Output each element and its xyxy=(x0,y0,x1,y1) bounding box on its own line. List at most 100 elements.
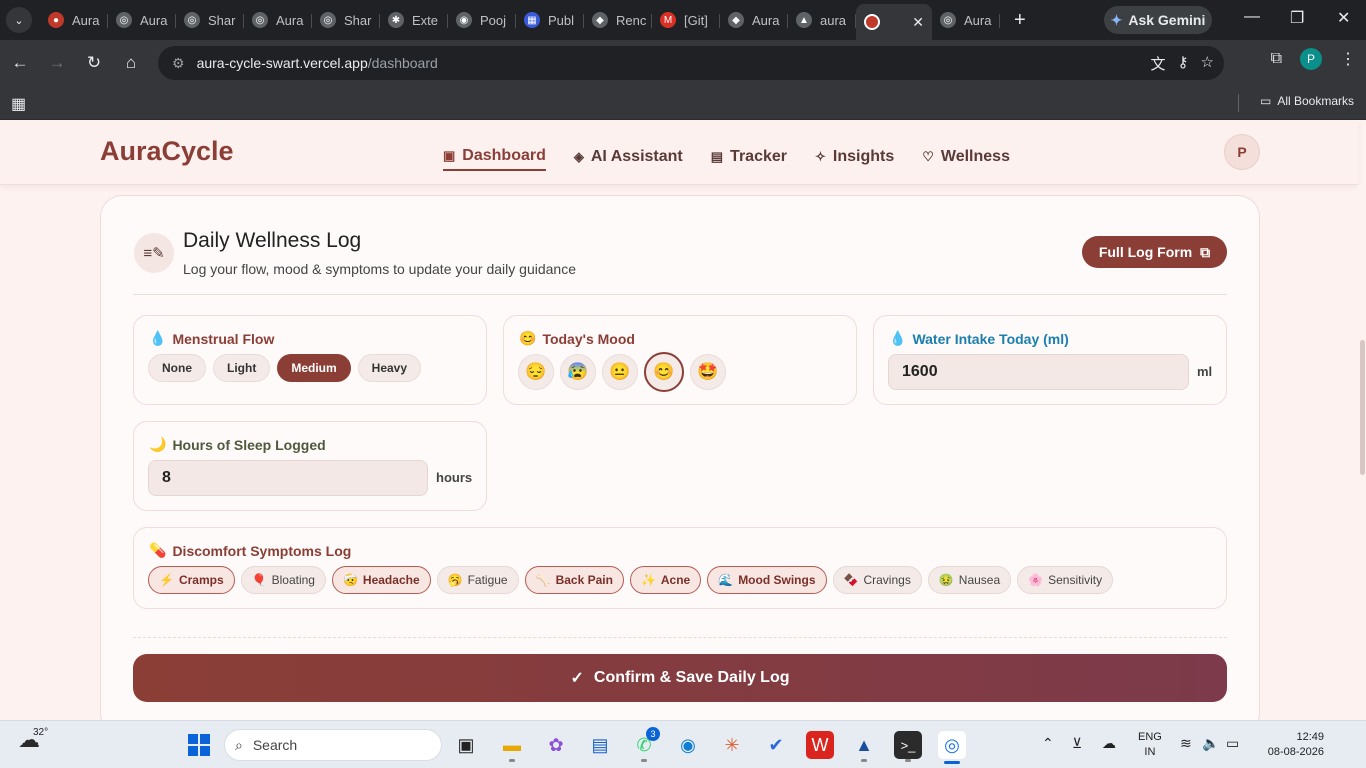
symptom-headache[interactable]: 🤕 Headache xyxy=(331,566,431,594)
symptom-nausea[interactable]: 🤢 Nausea xyxy=(927,566,1012,594)
copilot-icon[interactable]: ✿ xyxy=(542,731,570,759)
close-window-icon[interactable]: ✕ xyxy=(1337,8,1350,28)
task-view-icon[interactable]: ▣ xyxy=(452,731,480,759)
ask-gemini-button[interactable]: ✦ Ask Gemini xyxy=(1104,6,1212,34)
nav-insights[interactable]: ✧ Insights xyxy=(815,143,894,171)
chrome-icon[interactable]: ◎ xyxy=(938,731,966,759)
app-logo[interactable]: AuraCycle xyxy=(100,136,234,167)
minimize-icon[interactable]: — xyxy=(1244,8,1260,26)
tab-4[interactable]: ◎ Shar xyxy=(312,4,380,36)
tab-label: Shar xyxy=(344,12,372,28)
symptom-cravings[interactable]: 🍫 Cravings xyxy=(832,566,922,594)
tab-3[interactable]: ◎ Aura xyxy=(244,4,312,36)
close-tab-icon[interactable]: ✕ xyxy=(912,14,924,31)
page-viewport: AuraCycle ▣ Dashboard ◈ AI Assistant ▤ Tracke… xyxy=(0,121,1366,720)
browser-profile-avatar[interactable]: P xyxy=(1300,48,1322,70)
back-icon[interactable]: ← xyxy=(3,46,37,80)
mood-label-text: Today's Mood xyxy=(542,330,635,347)
mood-option-2[interactable]: 😐 xyxy=(602,354,638,390)
search-icon: ⌕ xyxy=(235,736,243,753)
wifi-icon[interactable]: ≋ xyxy=(1180,735,1192,752)
flow-option-none[interactable]: None xyxy=(148,354,206,382)
tab-after-active[interactable]: ◎ Aura xyxy=(932,4,1000,36)
scrollbar-thumb[interactable] xyxy=(1360,340,1365,475)
bookmark-star-icon[interactable]: ☆ xyxy=(1201,53,1214,74)
edge-icon[interactable]: ◉ xyxy=(674,731,702,759)
store-icon[interactable]: ▤ xyxy=(586,731,614,759)
tab-label: Exte xyxy=(412,12,439,28)
page-scrollbar[interactable] xyxy=(1358,185,1366,720)
clock[interactable]: 12:49 08-08-2026 xyxy=(1258,730,1324,760)
tab-label: Renc xyxy=(616,12,647,28)
wps-office-icon[interactable]: W xyxy=(806,731,834,759)
nav-dashboard[interactable]: ▣ Dashboard xyxy=(443,143,546,171)
tab-label: Aura xyxy=(140,12,168,28)
translate-icon[interactable]: 文 xyxy=(1151,53,1166,74)
user-avatar[interactable]: P xyxy=(1224,134,1260,170)
confirm-save-button[interactable]: ✓ Confirm & Save Daily Log xyxy=(133,654,1227,702)
home-icon[interactable]: ⌂ xyxy=(114,46,148,80)
taskbar-search[interactable]: ⌕ Search xyxy=(224,729,442,761)
browser-menu-icon[interactable]: ⋮ xyxy=(1340,49,1356,69)
symptom-sensitivity[interactable]: 🌸 Sensitivity xyxy=(1017,566,1114,594)
sleep-label-text: Hours of Sleep Logged xyxy=(172,436,326,453)
address-bar[interactable]: ⚙ aura-cycle-swart.vercel.app/dashboard … xyxy=(158,46,1224,80)
mood-option-4[interactable]: 🤩 xyxy=(690,354,726,390)
tab-5[interactable]: ✱ Exte xyxy=(380,4,448,36)
flow-option-light[interactable]: Light xyxy=(213,354,271,382)
tab-9[interactable]: M [Git] xyxy=(652,4,720,36)
tab-2[interactable]: ◎ Shar xyxy=(176,4,244,36)
language-indicator[interactable]: ENG IN xyxy=(1138,730,1162,760)
battery-icon[interactable]: ▭ xyxy=(1226,735,1239,752)
full-log-form-button[interactable]: Full Log Form ⧉ xyxy=(1082,236,1227,268)
symptom-acne[interactable]: ✨ Acne xyxy=(629,566,702,594)
todo-check-icon[interactable]: ✔ xyxy=(762,731,790,759)
nav-tracker[interactable]: ▤ Tracker xyxy=(711,143,787,171)
apps-grid-icon[interactable]: ▦ xyxy=(11,94,26,114)
mood-option-0[interactable]: 😔 xyxy=(518,354,554,390)
claude-icon[interactable]: ✳ xyxy=(718,731,746,759)
water-intake-input[interactable]: 1600 xyxy=(888,354,1189,390)
tab-7[interactable]: ▦ Publ xyxy=(516,4,584,36)
nav-wellness[interactable]: ♡ Wellness xyxy=(922,143,1010,171)
tab-8[interactable]: ◆ Renc xyxy=(584,4,652,36)
show-hidden-icons-icon[interactable]: ⌃ xyxy=(1042,735,1054,752)
symptom-cramps[interactable]: ⚡ Cramps xyxy=(148,566,235,594)
terminal-running-indicator xyxy=(905,759,911,762)
windows-start-icon[interactable] xyxy=(188,734,210,756)
symptom-bloating[interactable]: 🎈 Bloating xyxy=(240,566,326,594)
symptom-mood-swings[interactable]: 🌊 Mood Swings xyxy=(707,566,827,594)
mood-option-1[interactable]: 😰 xyxy=(560,354,596,390)
terminal-icon[interactable]: >_ xyxy=(894,731,922,759)
tab-11[interactable]: ▲ aura xyxy=(788,4,856,36)
reload-icon[interactable]: ↻ xyxy=(77,46,111,80)
tab-10[interactable]: ◆ Aura xyxy=(720,4,788,36)
robot-icon: ◈ xyxy=(573,149,584,164)
tab-0[interactable]: ● Aura xyxy=(40,4,108,36)
sleep-hours-input[interactable]: 8 xyxy=(148,460,428,496)
cloud-sync-icon[interactable]: ☁ xyxy=(1102,735,1116,752)
antigravity-icon[interactable]: ▲ xyxy=(850,731,878,759)
nav-ai-assistant[interactable]: ◈ AI Assistant xyxy=(574,143,683,171)
volume-icon[interactable]: 🔈 xyxy=(1202,735,1219,752)
water-intake-section: 💧 Water Intake Today (ml) 1600 ml xyxy=(873,315,1227,405)
extensions-icon[interactable]: ⧉ xyxy=(1271,50,1282,68)
mood-option-3[interactable]: 😊 xyxy=(644,352,684,392)
file-explorer-icon[interactable]: ▬ xyxy=(498,731,526,759)
flow-option-medium[interactable]: Medium xyxy=(277,354,351,382)
tab-active[interactable]: ✕ xyxy=(856,4,932,40)
flow-option-heavy[interactable]: Heavy xyxy=(357,354,422,382)
tab-6[interactable]: ◉ Pooj xyxy=(448,4,516,36)
password-key-icon[interactable]: ⚷ xyxy=(1178,53,1189,74)
restore-icon[interactable]: ❐ xyxy=(1290,8,1304,28)
forward-icon[interactable]: → xyxy=(40,46,74,80)
all-bookmarks-button[interactable]: ▭ All Bookmarks xyxy=(1260,94,1354,108)
vpn-icon[interactable]: ⊻ xyxy=(1072,735,1082,752)
new-tab-icon[interactable]: + xyxy=(1014,9,1026,32)
whatsapp-running-indicator xyxy=(641,759,647,762)
tab-1[interactable]: ◎ Aura xyxy=(108,4,176,36)
symptom-fatigue[interactable]: 🥱 Fatigue xyxy=(436,566,519,594)
site-info-icon[interactable]: ⚙ xyxy=(172,55,185,72)
tab-search-chevron-icon[interactable]: ⌄ xyxy=(6,7,32,33)
symptom-back-pain[interactable]: 🦴 Back Pain xyxy=(524,566,624,594)
